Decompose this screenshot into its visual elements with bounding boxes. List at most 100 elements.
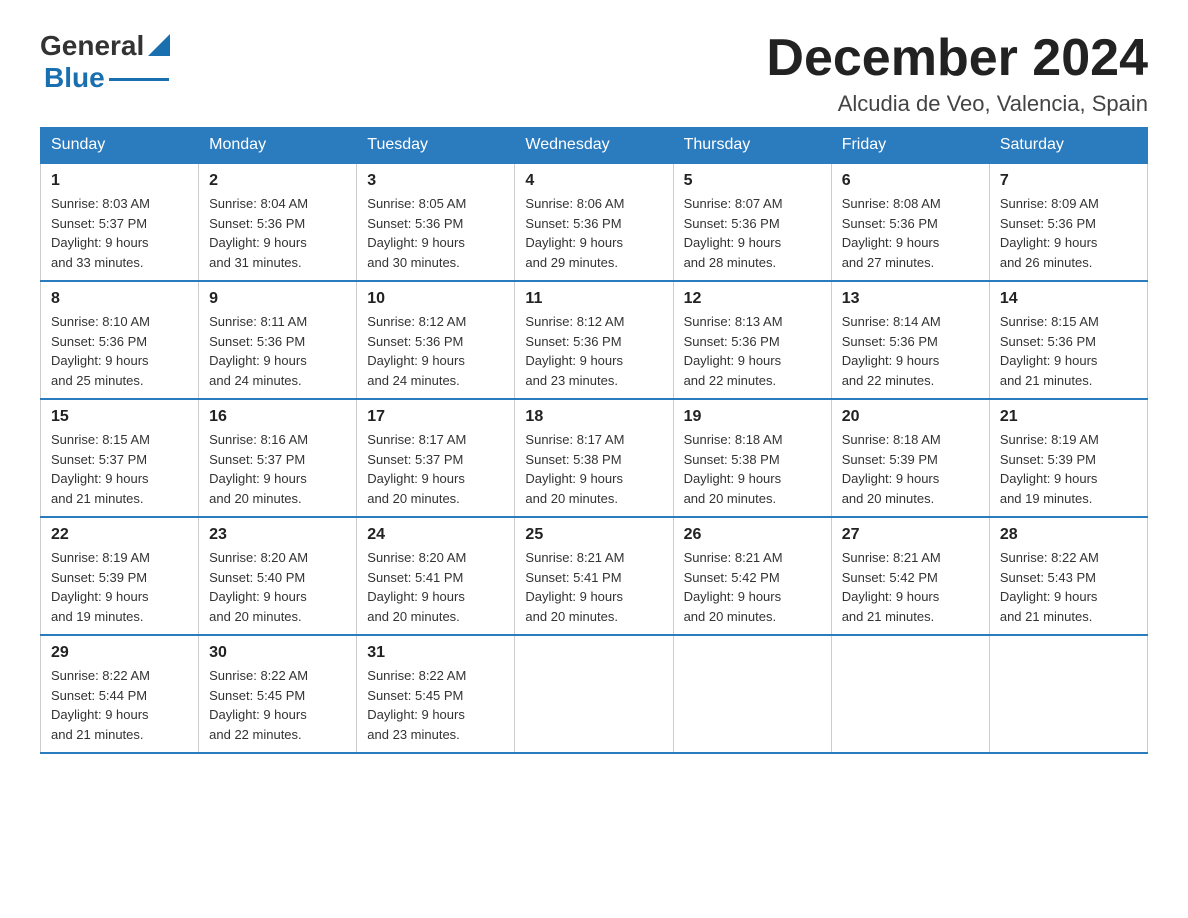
- day-number: 4: [525, 172, 662, 190]
- calendar-table: SundayMondayTuesdayWednesdayThursdayFrid…: [40, 127, 1148, 754]
- day-number: 21: [1000, 408, 1137, 426]
- calendar-header-tuesday: Tuesday: [357, 128, 515, 164]
- day-info: Sunrise: 8:18 AMSunset: 5:39 PMDaylight:…: [842, 430, 979, 508]
- calendar-cell: 12 Sunrise: 8:13 AMSunset: 5:36 PMDayligh…: [673, 281, 831, 399]
- calendar-cell: 28 Sunrise: 8:22 AMSunset: 5:43 PMDayligh…: [989, 517, 1147, 635]
- logo-triangle-icon: [148, 34, 170, 56]
- calendar-cell: 16Sunrise: 8:16 AMSunset: 5:37 PMDayligh…: [199, 399, 357, 517]
- calendar-cell: 1 Sunrise: 8:03 AMSunset: 5:37 PMDaylight…: [41, 163, 199, 281]
- day-info: Sunrise: 8:03 AMSunset: 5:37 PMDaylight:…: [51, 194, 188, 272]
- calendar-cell: 22 Sunrise: 8:19 AMSunset: 5:39 PMDayligh…: [41, 517, 199, 635]
- logo: General Blue: [40, 30, 170, 94]
- calendar-cell: 29 Sunrise: 8:22 AMSunset: 5:44 PMDayligh…: [41, 635, 199, 753]
- calendar-header-thursday: Thursday: [673, 128, 831, 164]
- day-number: 7: [1000, 172, 1137, 190]
- calendar-cell: 11 Sunrise: 8:12 AMSunset: 5:36 PMDayligh…: [515, 281, 673, 399]
- location-title: Alcudia de Veo, Valencia, Spain: [766, 91, 1148, 117]
- calendar-cell: 8Sunrise: 8:10 AMSunset: 5:36 PMDaylight…: [41, 281, 199, 399]
- day-number: 2: [209, 172, 346, 190]
- calendar-cell: 19Sunrise: 8:18 AMSunset: 5:38 PMDayligh…: [673, 399, 831, 517]
- calendar-header-wednesday: Wednesday: [515, 128, 673, 164]
- day-number: 11: [525, 290, 662, 308]
- day-info: Sunrise: 8:06 AMSunset: 5:36 PMDaylight:…: [525, 194, 662, 272]
- page-header: General Blue December 2024 Alcudia de Ve…: [40, 30, 1148, 117]
- day-number: 12: [684, 290, 821, 308]
- day-info: Sunrise: 8:20 AMSunset: 5:40 PMDaylight:…: [209, 548, 346, 626]
- day-number: 24: [367, 526, 504, 544]
- calendar-cell: 3 Sunrise: 8:05 AMSunset: 5:36 PMDaylight…: [357, 163, 515, 281]
- day-number: 1: [51, 172, 188, 190]
- day-info: Sunrise: 8:22 AMSunset: 5:45 PMDaylight:…: [209, 666, 346, 744]
- calendar-header-sunday: Sunday: [41, 128, 199, 164]
- day-info: Sunrise: 8:22 AMSunset: 5:45 PMDaylight:…: [367, 666, 504, 744]
- calendar-cell: 2 Sunrise: 8:04 AMSunset: 5:36 PMDaylight…: [199, 163, 357, 281]
- calendar-cell: [831, 635, 989, 753]
- day-number: 25: [525, 526, 662, 544]
- calendar-header-row: SundayMondayTuesdayWednesdayThursdayFrid…: [41, 128, 1148, 164]
- calendar-cell: 15Sunrise: 8:15 AMSunset: 5:37 PMDayligh…: [41, 399, 199, 517]
- day-info: Sunrise: 8:07 AMSunset: 5:36 PMDaylight:…: [684, 194, 821, 272]
- calendar-cell: 14Sunrise: 8:15 AMSunset: 5:36 PMDayligh…: [989, 281, 1147, 399]
- day-info: Sunrise: 8:20 AMSunset: 5:41 PMDaylight:…: [367, 548, 504, 626]
- calendar-cell: 10 Sunrise: 8:12 AMSunset: 5:36 PMDayligh…: [357, 281, 515, 399]
- day-number: 28: [1000, 526, 1137, 544]
- day-info: Sunrise: 8:12 AMSunset: 5:36 PMDaylight:…: [367, 312, 504, 390]
- day-number: 10: [367, 290, 504, 308]
- calendar-cell: [673, 635, 831, 753]
- month-title: December 2024: [766, 30, 1148, 87]
- day-number: 17: [367, 408, 504, 426]
- day-number: 22: [51, 526, 188, 544]
- calendar-cell: 9Sunrise: 8:11 AMSunset: 5:36 PMDaylight…: [199, 281, 357, 399]
- day-info: Sunrise: 8:14 AMSunset: 5:36 PMDaylight:…: [842, 312, 979, 390]
- calendar-cell: 4 Sunrise: 8:06 AMSunset: 5:36 PMDaylight…: [515, 163, 673, 281]
- day-number: 30: [209, 644, 346, 662]
- day-number: 6: [842, 172, 979, 190]
- calendar-cell: 18Sunrise: 8:17 AMSunset: 5:38 PMDayligh…: [515, 399, 673, 517]
- day-number: 5: [684, 172, 821, 190]
- calendar-cell: 24 Sunrise: 8:20 AMSunset: 5:41 PMDayligh…: [357, 517, 515, 635]
- day-info: Sunrise: 8:09 AMSunset: 5:36 PMDaylight:…: [1000, 194, 1137, 272]
- day-number: 14: [1000, 290, 1137, 308]
- day-info: Sunrise: 8:21 AMSunset: 5:41 PMDaylight:…: [525, 548, 662, 626]
- calendar-cell: 25 Sunrise: 8:21 AMSunset: 5:41 PMDayligh…: [515, 517, 673, 635]
- day-number: 29: [51, 644, 188, 662]
- day-info: Sunrise: 8:21 AMSunset: 5:42 PMDaylight:…: [842, 548, 979, 626]
- day-number: 3: [367, 172, 504, 190]
- day-info: Sunrise: 8:21 AMSunset: 5:42 PMDaylight:…: [684, 548, 821, 626]
- day-info: Sunrise: 8:19 AMSunset: 5:39 PMDaylight:…: [51, 548, 188, 626]
- calendar-cell: 17Sunrise: 8:17 AMSunset: 5:37 PMDayligh…: [357, 399, 515, 517]
- calendar-cell: 13 Sunrise: 8:14 AMSunset: 5:36 PMDayligh…: [831, 281, 989, 399]
- calendar-cell: 30 Sunrise: 8:22 AMSunset: 5:45 PMDayligh…: [199, 635, 357, 753]
- calendar-week-row: 8Sunrise: 8:10 AMSunset: 5:36 PMDaylight…: [41, 281, 1148, 399]
- day-number: 20: [842, 408, 979, 426]
- day-info: Sunrise: 8:05 AMSunset: 5:36 PMDaylight:…: [367, 194, 504, 272]
- calendar-cell: 20 Sunrise: 8:18 AMSunset: 5:39 PMDayligh…: [831, 399, 989, 517]
- logo-general-text: General: [40, 30, 144, 62]
- day-info: Sunrise: 8:11 AMSunset: 5:36 PMDaylight:…: [209, 312, 346, 390]
- day-info: Sunrise: 8:10 AMSunset: 5:36 PMDaylight:…: [51, 312, 188, 390]
- calendar-cell: 6 Sunrise: 8:08 AMSunset: 5:36 PMDaylight…: [831, 163, 989, 281]
- day-info: Sunrise: 8:22 AMSunset: 5:43 PMDaylight:…: [1000, 548, 1137, 626]
- day-number: 31: [367, 644, 504, 662]
- day-info: Sunrise: 8:12 AMSunset: 5:36 PMDaylight:…: [525, 312, 662, 390]
- calendar-cell: [515, 635, 673, 753]
- title-section: December 2024 Alcudia de Veo, Valencia, …: [766, 30, 1148, 117]
- day-info: Sunrise: 8:04 AMSunset: 5:36 PMDaylight:…: [209, 194, 346, 272]
- day-number: 18: [525, 408, 662, 426]
- calendar-cell: 31 Sunrise: 8:22 AMSunset: 5:45 PMDayligh…: [357, 635, 515, 753]
- calendar-week-row: 1 Sunrise: 8:03 AMSunset: 5:37 PMDaylight…: [41, 163, 1148, 281]
- calendar-week-row: 29 Sunrise: 8:22 AMSunset: 5:44 PMDayligh…: [41, 635, 1148, 753]
- day-number: 13: [842, 290, 979, 308]
- day-info: Sunrise: 8:19 AMSunset: 5:39 PMDaylight:…: [1000, 430, 1137, 508]
- logo-blue-text: Blue: [44, 62, 105, 94]
- day-number: 26: [684, 526, 821, 544]
- day-number: 27: [842, 526, 979, 544]
- calendar-header-friday: Friday: [831, 128, 989, 164]
- calendar-week-row: 22 Sunrise: 8:19 AMSunset: 5:39 PMDayligh…: [41, 517, 1148, 635]
- day-info: Sunrise: 8:13 AMSunset: 5:36 PMDaylight:…: [684, 312, 821, 390]
- calendar-header-monday: Monday: [199, 128, 357, 164]
- day-info: Sunrise: 8:22 AMSunset: 5:44 PMDaylight:…: [51, 666, 188, 744]
- day-number: 15: [51, 408, 188, 426]
- calendar-cell: 21 Sunrise: 8:19 AMSunset: 5:39 PMDayligh…: [989, 399, 1147, 517]
- day-info: Sunrise: 8:08 AMSunset: 5:36 PMDaylight:…: [842, 194, 979, 272]
